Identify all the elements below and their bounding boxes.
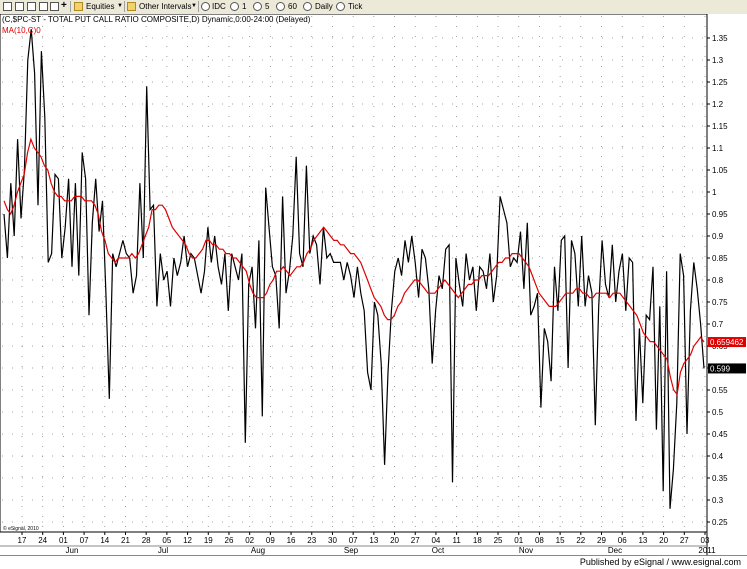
x-tick-label: 11	[452, 536, 461, 545]
y-tick-label: 0.3	[712, 496, 724, 505]
interval-idc[interactable]: IDC	[212, 1, 226, 12]
study-icon[interactable]	[39, 2, 48, 11]
x-tick-label: 16	[287, 536, 296, 545]
x-tick-label: 15	[556, 536, 565, 545]
y-tick-label: 0.8	[712, 276, 724, 285]
ma-series-line	[3, 137, 705, 396]
x-tick-label: 13	[638, 536, 647, 545]
chart-title: (C,$PC-ST - TOTAL PUT CALL RATIO COMPOSI…	[2, 15, 311, 24]
x-month-label: Aug	[251, 546, 265, 555]
x-month-label: Nov	[519, 546, 533, 555]
y-tick-label: 0.4	[712, 452, 724, 461]
y-tick-label: 0.7	[712, 320, 724, 329]
x-tick-label: 17	[18, 536, 27, 545]
x-tick-label: 19	[204, 536, 213, 545]
clock-icon	[303, 2, 312, 11]
x-tick-label: 27	[680, 536, 689, 545]
clock-icon	[201, 2, 210, 11]
published-by-text: Published by eSignal / www.esignal.com	[579, 557, 741, 567]
x-tick-label: 18	[473, 536, 482, 545]
y-tick-label: 1.05	[712, 166, 728, 175]
clock-icon	[253, 2, 262, 11]
y-tick-label: 1	[712, 188, 717, 197]
x-tick-label: 29	[597, 536, 606, 545]
x-tick-label: 01	[59, 536, 68, 545]
y-tick-label: 0.85	[712, 254, 728, 263]
x-tick-label: 07	[80, 536, 89, 545]
ma-value-label: 0.659462	[710, 338, 744, 347]
y-tick-label: 0.75	[712, 298, 728, 307]
chevron-down-icon[interactable]: ▼	[117, 1, 123, 12]
price-series-line	[3, 29, 705, 509]
y-tick-label: 1.15	[712, 122, 728, 131]
y-tick-label: 0.35	[712, 474, 728, 483]
x-month-label: Oct	[432, 546, 445, 555]
interval-1[interactable]: 1	[242, 1, 246, 12]
y-tick-label: 0.55	[712, 386, 728, 395]
interval-60[interactable]: 60	[288, 1, 297, 12]
x-month-label: Sep	[344, 546, 359, 555]
chevron-down-icon[interactable]: ▼	[191, 1, 197, 12]
interval-tick[interactable]: Tick	[348, 1, 362, 12]
x-tick-label: 23	[307, 536, 316, 545]
interval-5[interactable]: 5	[265, 1, 269, 12]
footer: Published by eSignal / www.esignal.com	[0, 555, 747, 569]
toolbar: + Equities ▼ Other Intervals ▼ IDC 1 5 6…	[0, 0, 747, 15]
y-tick-label: 1.1	[712, 144, 724, 153]
ma-label: MA(10,C)0	[2, 26, 41, 35]
x-month-label: Dec	[608, 546, 622, 555]
equities-menu[interactable]: Equities	[86, 1, 114, 12]
y-tick-label: 1.3	[712, 56, 724, 65]
x-tick-label: 12	[183, 536, 192, 545]
x-tick-label: 30	[328, 536, 337, 545]
x-tick-label: 02	[245, 536, 254, 545]
bar-chart-icon[interactable]	[3, 2, 12, 11]
chart[interactable]: 1.35 1.3 1.25 1.2 1.15 1.1 1.05 1 0.95 0.9 0.85 0.8…	[0, 14, 747, 555]
clock-icon	[336, 2, 345, 11]
interval-daily[interactable]: Daily	[315, 1, 333, 12]
clock-icon	[276, 2, 285, 11]
x-tick-label: 14	[100, 536, 109, 545]
x-tick-label: 06	[618, 536, 627, 545]
line-chart-icon[interactable]	[27, 2, 36, 11]
y-tick-label: 0.9	[712, 232, 724, 241]
x-tick-label: 25	[494, 536, 503, 545]
y-tick-label: 0.95	[712, 210, 728, 219]
x-tick-label: 09	[266, 536, 275, 545]
x-tick-label: 04	[431, 536, 440, 545]
copyright-text: © eSignal, 2010	[3, 525, 39, 532]
x-tick-label: 22	[576, 536, 585, 545]
x-month-label: Jun	[66, 546, 79, 555]
folder-icon	[74, 2, 83, 11]
other-intervals-menu[interactable]: Other Intervals	[139, 1, 191, 12]
x-tick-label: 20	[390, 536, 399, 545]
x-tick-label: 13	[369, 536, 378, 545]
y-tick-label: 1.25	[712, 78, 728, 87]
x-month-label: Jul	[158, 546, 168, 555]
x-tick-label: 05	[162, 536, 171, 545]
y-tick-label: 0.45	[712, 430, 728, 439]
x-tick-label: 26	[225, 536, 234, 545]
y-tick-label: 1.2	[712, 100, 724, 109]
x-tick-label: 20	[659, 536, 668, 545]
chart-area[interactable]: 1.35 1.3 1.25 1.2 1.15 1.1 1.05 1 0.95 0.9 0.85 0.8…	[0, 14, 747, 555]
x-tick-label: 03	[701, 536, 710, 545]
y-tick-label: 0.5	[712, 408, 724, 417]
x-tick-label: 24	[38, 536, 47, 545]
y-tick-label: 1.35	[712, 34, 728, 43]
x-tick-label: 27	[411, 536, 420, 545]
candle-chart-icon[interactable]	[15, 2, 24, 11]
crosshair-icon[interactable]: +	[61, 0, 67, 11]
x-tick-label: 01	[514, 536, 523, 545]
x-tick-label: 07	[349, 536, 358, 545]
last-price-label: 0.599	[710, 364, 731, 373]
clock-icon	[230, 2, 239, 11]
x-tick-label: 08	[535, 536, 544, 545]
folder-icon	[127, 2, 136, 11]
template-icon[interactable]	[50, 2, 59, 11]
x-tick-label: 28	[142, 536, 151, 545]
x-tick-label: 21	[121, 536, 130, 545]
y-tick-label: 0.25	[712, 518, 728, 527]
